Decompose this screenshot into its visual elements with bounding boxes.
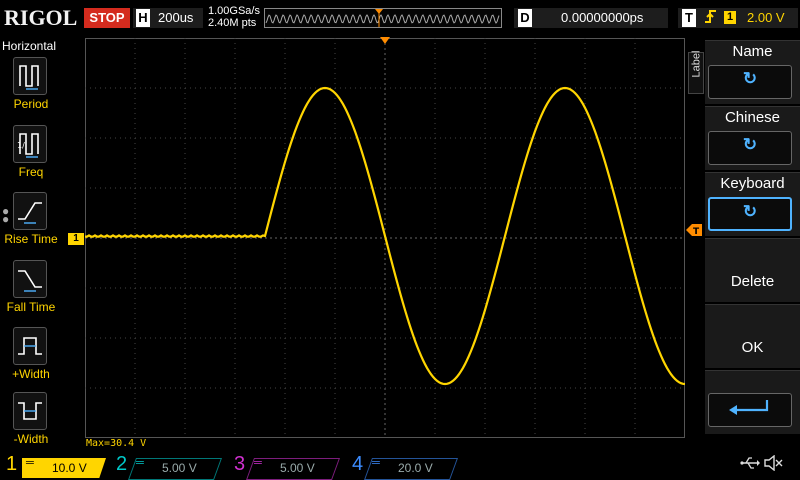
usb-icon (740, 456, 760, 474)
negative-width-icon (13, 392, 47, 430)
positive-width-icon (13, 327, 47, 365)
enter-button[interactable] (708, 393, 792, 427)
softkey-chinese[interactable]: Chinese ↻ (705, 106, 800, 170)
menu-item-negative-width[interactable]: -Width (0, 392, 62, 456)
channel-number: 1 (6, 453, 18, 475)
channel-number: 3 (234, 453, 246, 475)
coupling-icon: ═ (136, 457, 144, 469)
channel-1-status[interactable]: 1 ═ 10.0 V (4, 453, 116, 478)
channel-4-status[interactable]: 4 ═ 20.0 V (350, 453, 462, 480)
menu-item-label: Fall Time (6, 300, 56, 314)
waveform-display[interactable] (85, 38, 685, 438)
channel-scale: 10.0 V (52, 461, 87, 475)
menu-item-label: +Width (12, 367, 50, 381)
menu-item-freq[interactable]: 1/ Freq (0, 125, 62, 189)
rotate-knob-button[interactable]: ↻ (708, 131, 792, 165)
softkey-delete[interactable]: Delete (705, 238, 800, 302)
svg-text:1/: 1/ (17, 141, 25, 150)
sound-muted-icon[interactable] (764, 454, 784, 476)
menu-item-positive-width[interactable]: +Width (0, 327, 62, 391)
channel-2-status[interactable]: 2 ═ 5.00 V (114, 453, 226, 480)
coupling-icon: ═ (372, 457, 380, 469)
channel-scale: 20.0 V (398, 461, 433, 475)
rotate-knob-icon: ↻ (742, 69, 758, 88)
menu-item-period[interactable]: Period (0, 57, 62, 121)
memory-overview-bar (264, 8, 502, 28)
enter-icon (729, 400, 769, 415)
horizontal-label: H (136, 9, 150, 27)
channel-number: 4 (352, 453, 364, 475)
coupling-icon: ═ (26, 457, 34, 469)
menu-title: Horizontal (2, 39, 57, 53)
rise-time-icon (13, 192, 47, 230)
rising-edge-icon (703, 8, 719, 29)
rotate-knob-button[interactable]: ↻ (708, 65, 792, 99)
rotate-knob-button[interactable]: ↻ (708, 197, 792, 231)
channel-1-offset-marker[interactable]: 1 (68, 233, 84, 245)
max-measurement: Max=30.4 V (86, 438, 147, 449)
channel-3-status[interactable]: 3 ═ 5.00 V (232, 453, 344, 480)
frequency-icon: 1/ (13, 125, 47, 163)
trigger-level-marker[interactable]: T (686, 224, 702, 236)
softkey-label: OK (741, 339, 764, 356)
fall-time-icon (13, 260, 47, 298)
rotate-knob-icon: ↻ (742, 202, 758, 221)
menu-item-label: Freq (18, 165, 44, 179)
period-icon (13, 57, 47, 95)
menu-item-label: Rise Time (4, 232, 58, 246)
softkey-label: Chinese (724, 109, 781, 126)
trigger-position-marker (375, 9, 383, 14)
menu-item-rise-time[interactable]: Rise Time (0, 192, 62, 256)
channel-scale: 5.00 V (280, 461, 315, 475)
softkey-label: Delete (730, 273, 775, 290)
menu-item-label: Period (13, 97, 49, 111)
label-softkey-menu: Name ↻ Chinese ↻ Keyboard ↻ Delete OK (705, 40, 800, 435)
softkey-enter[interactable] (705, 370, 800, 434)
rotate-knob-icon: ↻ (742, 135, 758, 154)
svg-text:T: T (693, 227, 700, 236)
softkey-label: Keyboard (720, 175, 785, 192)
label-menu-title: Label (690, 50, 703, 78)
brand-logo: RIGOL (4, 5, 78, 30)
delay-value: 0.00000000ps (561, 10, 644, 25)
menu-item-label: -Width (13, 432, 49, 446)
trigger-label: T (682, 9, 696, 27)
sample-rate: 1.00GSa/s (208, 5, 260, 17)
run-stop-indicator[interactable]: STOP (84, 8, 130, 28)
softkey-name[interactable]: Name ↻ (705, 40, 800, 104)
memory-depth: 2.40M pts (208, 17, 257, 29)
trigger-source-badge: 1 (724, 11, 736, 24)
channel-scale: 5.00 V (162, 461, 197, 475)
trigger-level-value: 2.00 V (747, 10, 785, 25)
menu-item-fall-time[interactable]: Fall Time (0, 260, 62, 324)
delay-label: D (518, 9, 532, 27)
softkey-ok[interactable]: OK (705, 304, 800, 368)
memory-overview-waveform (265, 9, 500, 27)
trigger-position-arrow (380, 37, 390, 44)
softkey-keyboard[interactable]: Keyboard ↻ (705, 172, 800, 236)
timebase-value: 200us (158, 10, 194, 25)
coupling-icon: ═ (254, 457, 262, 469)
channel-number: 2 (116, 453, 128, 475)
softkey-label: Name (732, 43, 773, 60)
